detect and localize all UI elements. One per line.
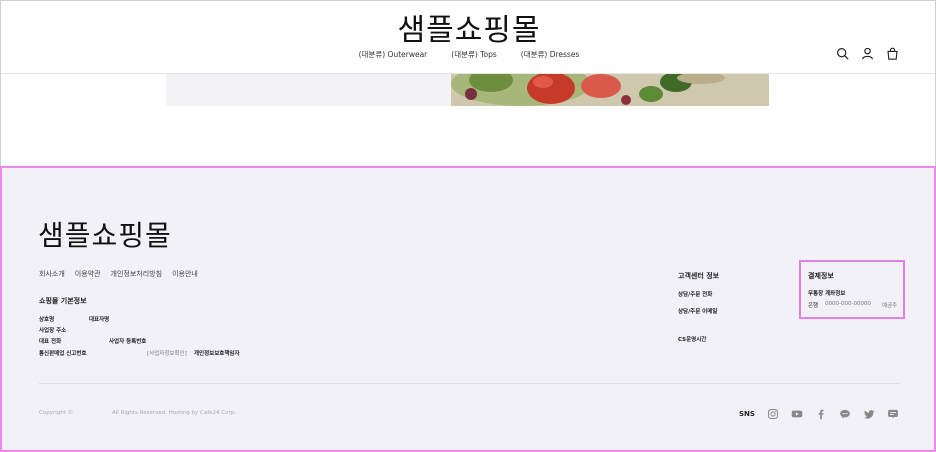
nav-item-dresses[interactable]: (대분류) Dresses [521,49,580,60]
copyright-text: Copyright © [39,410,74,416]
business-check-link[interactable]: [사업자정보확인] [147,349,187,357]
shop-info-title: 쇼핑몰 기본정보 [39,297,87,305]
cs-hours-label: CS운영시간 [678,337,707,343]
phone-label: 대표 전화 [39,339,62,345]
youtube-icon[interactable] [791,408,803,420]
footer-link-terms[interactable]: 이용약관 [75,269,101,279]
address-label: 사업장 주소 [39,328,67,334]
blog-icon[interactable] [887,408,899,420]
cs-email-label: 상담/주문 이메일 [678,309,718,315]
ecommerce-no-label: 통신판매업 신고번호 [39,351,87,357]
footer-logo[interactable]: 샘플쇼핑몰 [38,214,172,254]
main-nav: (대분류) Outerwear (대분류) Tops (대분류) Dresses [1,49,936,60]
business-no-label: 사업자 등록번호 [109,339,147,345]
sns-label: SNS [739,410,755,418]
nav-item-outerwear[interactable]: (대분류) Outerwear [359,49,428,60]
site-logo[interactable]: 샘플쇼핑몰 [1,5,936,49]
privacy-officer-label: 개인정보보호책임자 [194,351,240,357]
banner-blank [166,74,451,106]
bank-label: 은행 [808,303,819,309]
bank-account-title: 무통장 계좌정보 [808,291,846,297]
footer-link-about[interactable]: 회사소개 [39,269,65,279]
header-icons [836,47,899,60]
account-number: 0000-000-00000 [825,301,871,307]
company-name-label: 상호명 [39,317,55,323]
twitter-icon[interactable] [863,408,875,420]
facebook-icon[interactable] [815,408,827,420]
sns-bar: SNS [739,408,899,420]
instagram-icon[interactable] [767,408,779,420]
site-header: 샘플쇼핑몰 (대분류) Outerwear (대분류) Tops (대분류) D… [1,1,935,74]
search-icon[interactable] [836,47,849,60]
kakao-icon[interactable] [839,408,851,420]
banner-image[interactable] [451,74,769,106]
footer-link-privacy[interactable]: 개인정보처리방침 [111,269,163,279]
customer-center-title: 고객센터 정보 [678,272,720,280]
footer-links: 회사소개 이용약관 개인정보처리방침 이용안내 [39,269,198,279]
ceo-label: 대표자명 [89,317,110,323]
site-footer: 샘플쇼핑몰 회사소개 이용약관 개인정보처리방침 이용안내 쇼핑몰 기본정보 상… [0,166,936,452]
rights-text: All Rights Reserved. Hosting by Cafe24 C… [112,410,237,416]
footer-divider [39,383,900,384]
account-holder: 예금주 [882,303,898,309]
user-icon[interactable] [861,47,874,60]
shopping-bag-icon[interactable] [886,47,899,60]
nav-item-tops[interactable]: (대분류) Tops [451,49,497,60]
payment-title: 결제정보 [808,272,834,280]
cs-phone-label: 상담/주문 전화 [678,292,713,298]
footer-link-guide[interactable]: 이용안내 [172,269,198,279]
